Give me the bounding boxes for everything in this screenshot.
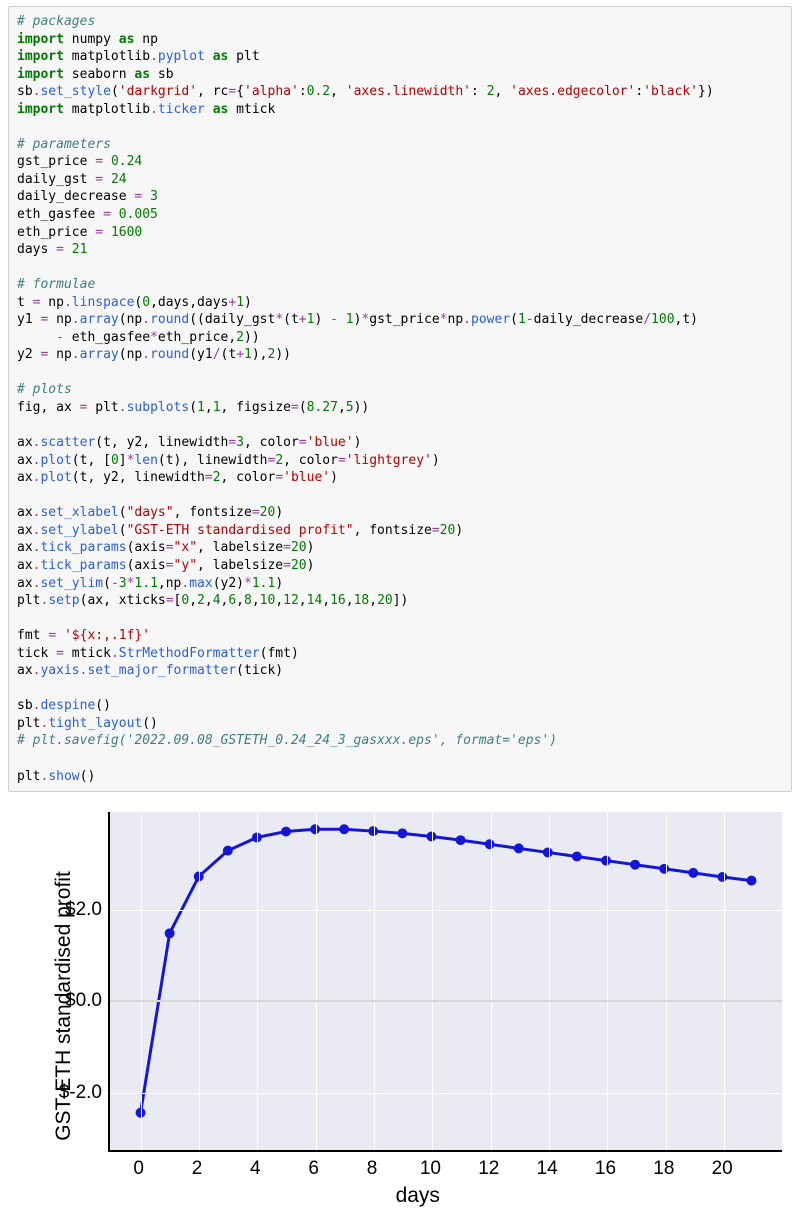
x-axis-label: days — [396, 1184, 440, 1208]
x-tick-label: 0 — [133, 1158, 144, 1180]
x-tick-label: 14 — [537, 1158, 558, 1180]
y-tick-label: $0.0 — [12, 990, 102, 1012]
x-tick-label: 6 — [308, 1158, 319, 1180]
y-tick-label: $-2.0 — [12, 1082, 102, 1104]
chart-svg — [110, 812, 782, 1150]
plot-area — [108, 812, 782, 1152]
chart-output: GST-ETH standardised profit days 0246810… — [8, 800, 792, 1212]
code-cell: # packages import numpy as np import mat… — [8, 6, 792, 792]
x-tick-label: 16 — [595, 1158, 616, 1180]
x-tick-label: 4 — [250, 1158, 261, 1180]
x-tick-label: 18 — [653, 1158, 674, 1180]
y-tick-label: $2.0 — [12, 899, 102, 921]
comment: # packages — [17, 14, 95, 29]
x-tick-label: 10 — [420, 1158, 441, 1180]
x-tick-label: 20 — [712, 1158, 733, 1180]
x-tick-label: 12 — [478, 1158, 499, 1180]
x-tick-label: 8 — [367, 1158, 378, 1180]
x-tick-label: 2 — [192, 1158, 203, 1180]
